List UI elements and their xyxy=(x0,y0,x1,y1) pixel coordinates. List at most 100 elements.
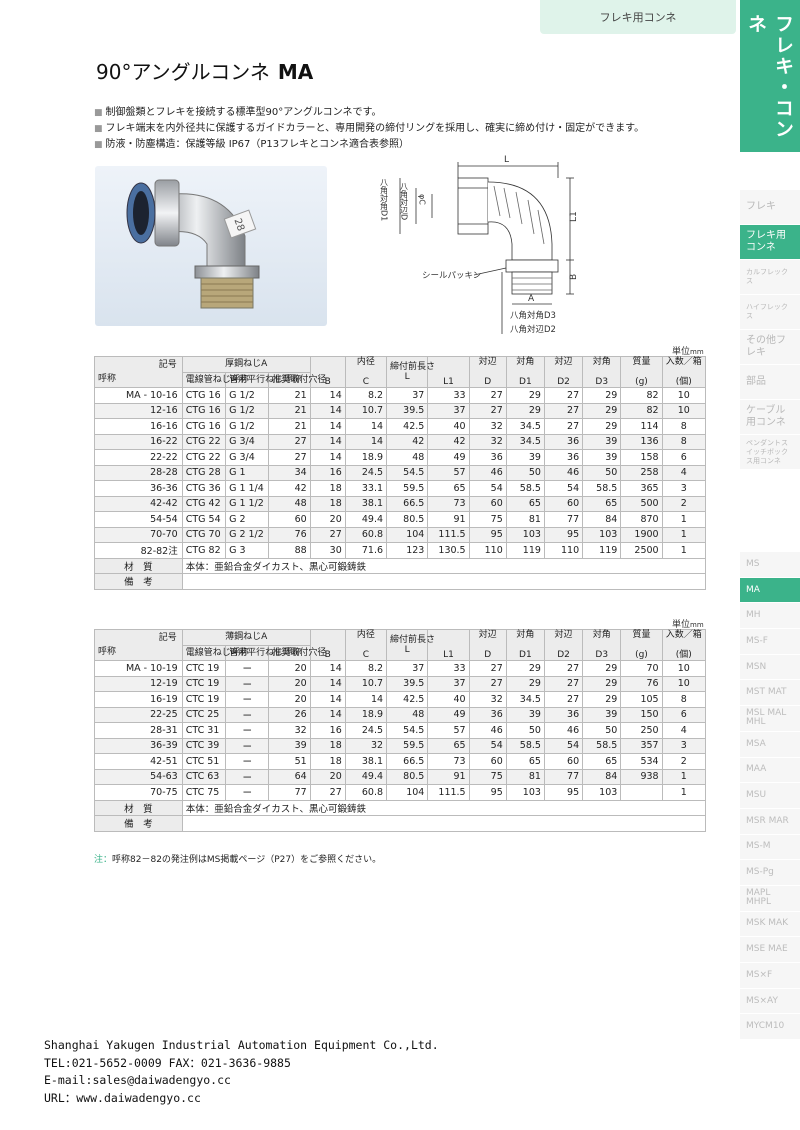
side-nav-item[interactable]: MS×F xyxy=(740,963,800,989)
side-nav-item[interactable]: MYCM10 xyxy=(740,1014,800,1041)
table-cell: 73 xyxy=(427,753,470,770)
side-nav-item[interactable]: ペンダントスイッチボックス用コンネ xyxy=(740,435,800,470)
side-nav-item[interactable]: MAA xyxy=(740,757,800,784)
company-footer: Shanghai Yakugen Industrial Automation E… xyxy=(44,1037,439,1107)
table-cell: 42 xyxy=(386,433,429,450)
table-cell: 24.5 xyxy=(344,464,388,481)
side-nav-item[interactable]: MSR MAR xyxy=(740,808,800,835)
side-nav-item[interactable]: MSE MAE xyxy=(740,937,800,963)
company-name: Shanghai Yakugen Industrial Automation E… xyxy=(44,1038,439,1052)
company-email[interactable]: E-mail:sales@daiwadengyo.cc xyxy=(44,1072,439,1090)
side-nav-item[interactable]: MS×AY xyxy=(740,988,800,1015)
table-cell: 2 xyxy=(661,753,707,770)
table-cell: 59.5 xyxy=(386,480,429,497)
table-cell: 3 xyxy=(661,480,707,497)
side-nav-item[interactable]: フレキ用コンネ xyxy=(740,225,800,260)
table-cell: 39 xyxy=(505,706,545,723)
table-cell xyxy=(620,784,663,801)
row-designation: 12-19 xyxy=(94,675,183,692)
table-cell: CTG 54 xyxy=(181,511,227,528)
table-cell: 81 xyxy=(505,768,545,785)
table-cell: 357 xyxy=(620,737,663,754)
row-designation: 54-54 xyxy=(94,511,183,528)
table-cell: 29 xyxy=(582,418,622,435)
table-cell: 65 xyxy=(582,753,622,770)
table-cell: 38.1 xyxy=(344,495,388,512)
table-cell: 42.5 xyxy=(386,691,429,708)
table-cell: G 3/4 xyxy=(225,449,270,466)
side-nav-item[interactable]: カルフレックス xyxy=(740,260,800,295)
table-cell: 130.5 xyxy=(427,542,470,559)
spec-table-thin: 記号 呼称 薄鋼ねじA B 内径 C 締付前長さ L L1 対辺 D 対角 D1 対辺 D2… xyxy=(94,629,707,832)
table-cell: 91 xyxy=(427,768,470,785)
side-nav-item[interactable]: MAPL MHPL xyxy=(740,885,800,912)
table-cell: 18 xyxy=(309,753,346,770)
table-cell: 66.5 xyxy=(386,753,429,770)
side-nav-item[interactable]: MST MAT xyxy=(740,680,800,707)
table-cell: 2500 xyxy=(620,542,663,559)
side-nav-item[interactable]: 部品 xyxy=(740,365,800,400)
row-designation: 36-36 xyxy=(94,480,183,497)
company-phone: TEL:021-5652-0009 FAX：021-3636-9885 xyxy=(44,1055,291,1070)
header-yobi: 呼称 xyxy=(98,374,117,384)
side-nav-item[interactable]: MA xyxy=(740,577,800,604)
table-cell: 95 xyxy=(543,784,584,801)
category-tab[interactable]: フレキ用コンネ xyxy=(540,0,736,34)
side-nav-item[interactable]: ケーブル用コンネ xyxy=(740,400,800,435)
table-cell: 29 xyxy=(505,660,545,677)
table-cell: 33 xyxy=(427,387,470,404)
side-nav-item[interactable]: その他フレキ xyxy=(740,330,800,365)
table-row: 70-70 CTG 70 G 2 1/2 76 27 60.8 104 111.5 95 103 9… xyxy=(94,526,707,543)
table-row: 36-39 CTC 39 ー 39 18 32 59.5 65 54 58.5 54 58.5 357 3 xyxy=(94,737,707,754)
side-nav-item[interactable]: MS xyxy=(740,552,800,578)
page-title-code: MA xyxy=(277,60,314,84)
table-cell: 71.6 xyxy=(344,542,388,559)
table-cell: 29 xyxy=(505,675,545,692)
side-nav-item[interactable]: ハイフレックス xyxy=(740,295,800,330)
table-cell: 8 xyxy=(661,418,707,435)
side-nav-series: MS MA MH MS-F MSN MST MAT MSL MAL MHL MSA MAA MSU… xyxy=(740,552,800,1041)
side-nav-item[interactable]: MSK MAK xyxy=(740,911,800,938)
table-cell: 64 xyxy=(268,768,311,785)
table-cell: 49.4 xyxy=(344,511,388,528)
table-cell: 123 xyxy=(386,542,429,559)
table-cell: 84 xyxy=(582,511,622,528)
company-url[interactable]: URL：www.daiwadengyo.cc xyxy=(44,1090,439,1108)
table-cell: G 1 xyxy=(225,464,270,481)
table-cell: 2 xyxy=(661,495,707,512)
table-row: MA - 10-19 CTC 19 ー 20 14 8.2 37 33 27 29 27 29 70 10 xyxy=(94,660,707,677)
side-nav-item[interactable]: MS-Pg xyxy=(740,860,800,886)
header-thread-group: 厚鋼ねじA xyxy=(181,356,311,373)
table-cell: 32 xyxy=(268,722,311,739)
table-cell: 20 xyxy=(268,660,311,677)
row-designation: 28-31 xyxy=(94,722,183,739)
table-cell: 29 xyxy=(582,691,622,708)
side-nav-item[interactable]: MH xyxy=(740,603,800,630)
table-cell: 14 xyxy=(309,387,346,404)
feature-item: 制御盤類とフレキを接続する標準型90°アングルコンネです。 xyxy=(94,105,644,121)
table-cell: ー xyxy=(225,753,270,770)
side-nav-item[interactable]: MS-F xyxy=(740,629,800,655)
table-cell: 37 xyxy=(427,402,470,419)
table-cell: 21 xyxy=(268,387,311,404)
table-cell: 365 xyxy=(620,480,663,497)
table-cell: 4 xyxy=(661,464,707,481)
side-nav-item[interactable]: MSA xyxy=(740,731,800,758)
table-cell: 10 xyxy=(661,402,707,419)
side-nav-item[interactable]: MSU xyxy=(740,783,800,809)
table-cell: 6 xyxy=(661,449,707,466)
table-cell: 91 xyxy=(427,511,470,528)
table-cell: 54 xyxy=(468,737,507,754)
table-cell: 54 xyxy=(468,480,507,497)
table-cell: 27 xyxy=(543,691,584,708)
side-nav-item[interactable]: MSL MAL MHL xyxy=(740,706,800,732)
side-nav-item[interactable]: MSN xyxy=(740,654,800,681)
table-cell: 88 xyxy=(268,542,311,559)
table-cell: 27 xyxy=(543,402,584,419)
side-nav-item[interactable]: MS-M xyxy=(740,834,800,861)
table-cell: 39 xyxy=(582,706,622,723)
table-cell: 119 xyxy=(505,542,545,559)
feature-item: 防液・防塵構造：保護等級 IP67（P13フレキとコンネ適合表参照） xyxy=(94,137,644,153)
side-nav-item[interactable]: フレキ xyxy=(740,190,800,225)
table-cell: 8 xyxy=(661,691,707,708)
